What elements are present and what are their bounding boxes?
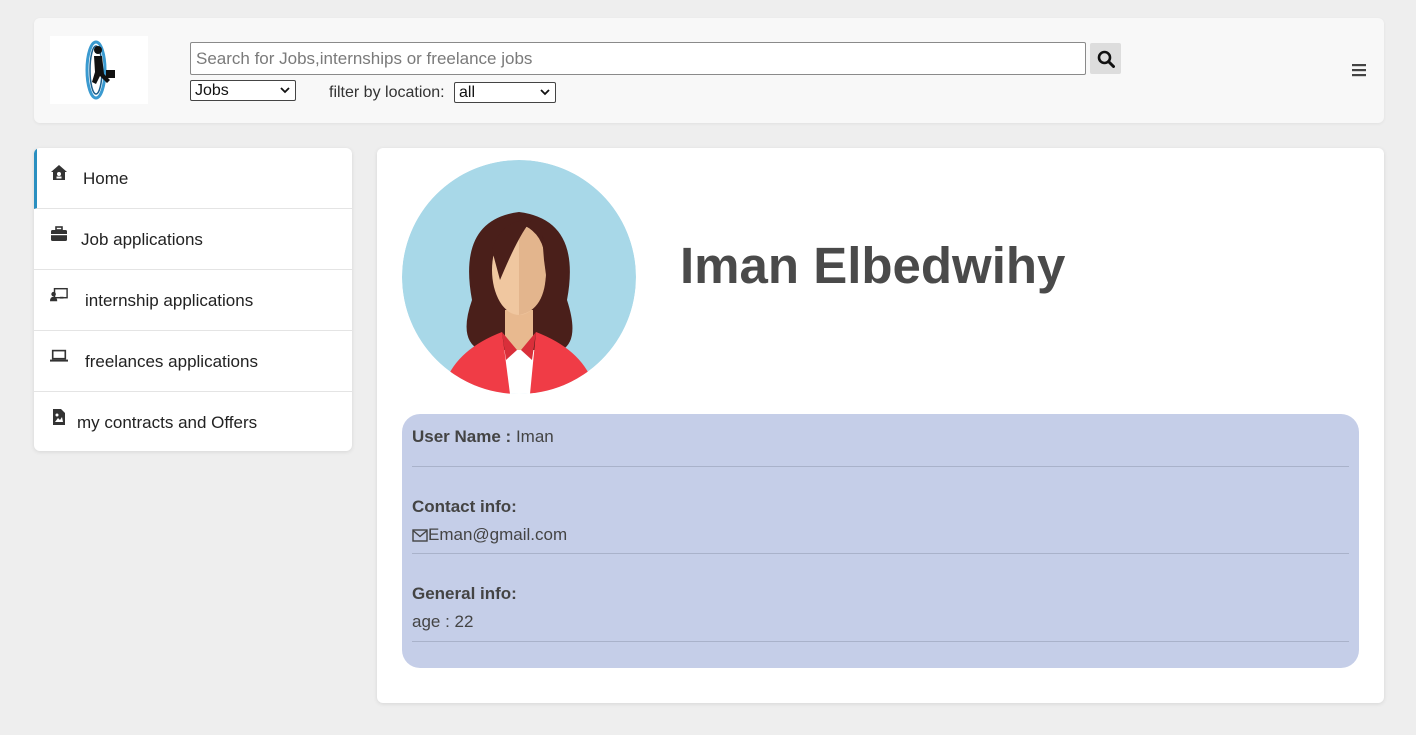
location-select[interactable]: all [454, 82, 556, 103]
username-label: User Name : [412, 427, 512, 446]
sidebar-item-label: freelances applications [85, 352, 258, 371]
hamburger-menu-button[interactable] [1350, 62, 1368, 78]
sidebar-item-internship-applications[interactable]: internship applications [34, 270, 352, 331]
username-section: User Name : Iman [412, 414, 1349, 467]
location-filter-label: filter by location: [329, 84, 445, 101]
email-line: Eman@gmail.com [412, 525, 1349, 545]
laptop-icon [50, 349, 68, 362]
general-label: General info: [412, 584, 517, 603]
sidebar-item-label: internship applications [85, 291, 254, 310]
email-value[interactable]: Eman@gmail.com [428, 525, 567, 545]
chevron-down-icon [540, 89, 550, 96]
job-type-selected: Jobs [195, 81, 229, 99]
sidebar-item-home[interactable]: Home [34, 148, 352, 209]
job-type-select[interactable]: Jobs [190, 80, 296, 101]
avatar [402, 160, 636, 394]
top-header: Jobs filter by location: all [34, 18, 1384, 123]
search-input[interactable] [190, 42, 1086, 75]
home-icon [51, 165, 67, 180]
site-logo[interactable] [50, 36, 148, 104]
sidebar-nav: Home Job applications internship applica… [34, 148, 352, 451]
username-value: Iman [515, 427, 554, 446]
briefcase-icon [51, 226, 67, 241]
sidebar-item-label: Home [83, 169, 129, 188]
contact-label: Contact info: [412, 497, 517, 516]
sidebar-item-label: my contracts and Offers [77, 413, 258, 432]
chalkboard-teacher-icon [50, 287, 68, 302]
sidebar-item-job-applications[interactable]: Job applications [34, 209, 352, 270]
age-line: age : 22 [412, 612, 474, 631]
sidebar-item-freelances-applications[interactable]: freelances applications [34, 331, 352, 392]
envelope-icon [412, 528, 428, 542]
chevron-down-icon [280, 87, 290, 94]
sidebar-item-contracts-offers[interactable]: my contracts and Offers [34, 392, 352, 451]
contact-section: Contact info: Eman@gmail.com [412, 467, 1349, 554]
file-image-icon [53, 409, 65, 425]
location-selected: all [459, 83, 476, 101]
profile-card: Iman Elbedwihy User Name : Iman Contact … [377, 148, 1384, 703]
sidebar-item-label: Job applications [81, 230, 203, 249]
avatar-illustration [402, 160, 636, 394]
profile-name: Iman Elbedwihy [680, 237, 1066, 294]
general-section: General info: age : 22 [412, 554, 1349, 642]
menu-icon [1352, 64, 1366, 77]
search-button[interactable] [1090, 43, 1121, 74]
search-icon [1097, 50, 1115, 68]
profile-info-panel: User Name : Iman Contact info: Eman@gmai… [402, 414, 1359, 668]
logo-icon [85, 40, 115, 100]
